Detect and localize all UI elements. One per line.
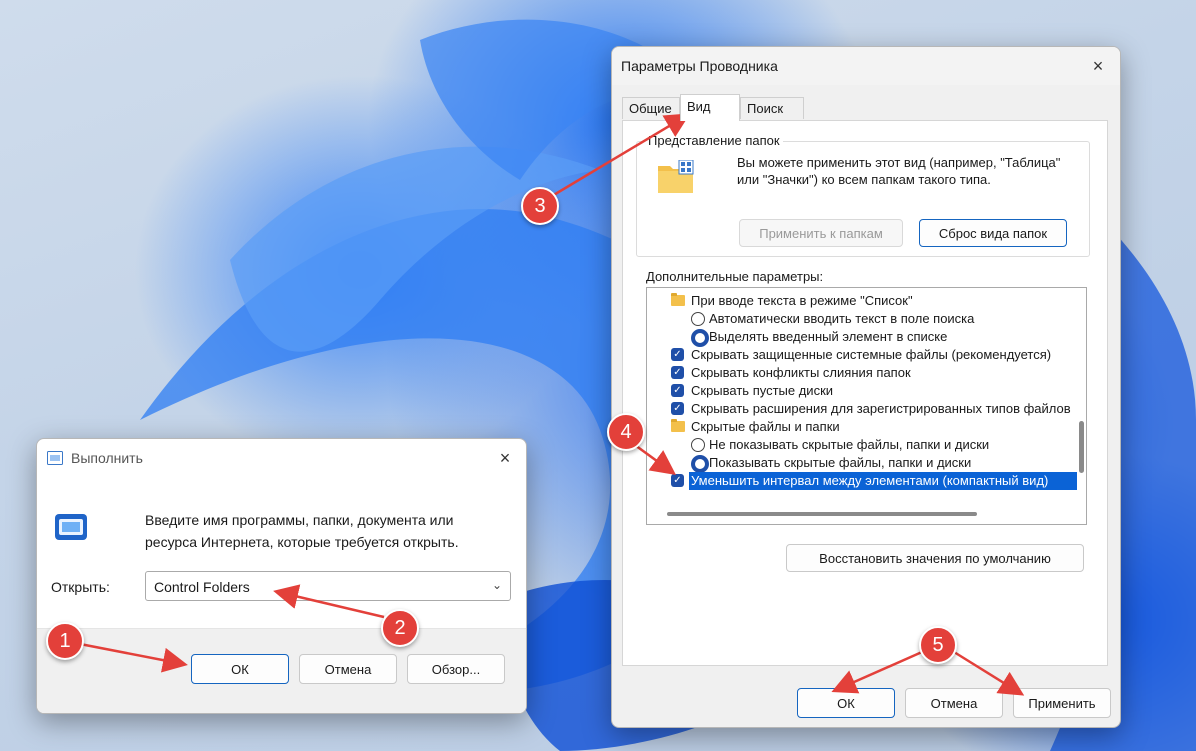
checkbox-checked-icon[interactable]: ✓ bbox=[671, 348, 684, 361]
open-combobox[interactable]: Control Folders ⌄ bbox=[145, 571, 511, 601]
restore-defaults-button[interactable]: Восстановить значения по умолчанию bbox=[786, 544, 1084, 572]
run-large-icon bbox=[55, 514, 87, 540]
advanced-settings-label: Дополнительные параметры: bbox=[646, 269, 824, 284]
folder-view-icon bbox=[658, 160, 694, 193]
vertical-scrollbar[interactable] bbox=[1079, 421, 1084, 473]
folder-options-titlebar: Параметры Проводника × bbox=[612, 47, 1120, 85]
close-icon[interactable]: × bbox=[491, 444, 519, 472]
chevron-down-icon[interactable]: ⌄ bbox=[492, 578, 502, 592]
checkbox-checked-icon[interactable]: ✓ bbox=[671, 474, 684, 487]
list-item-selected[interactable]: ✓ Уменьшить интервал между элементами (к… bbox=[647, 472, 1077, 490]
step-marker-1: 1 bbox=[46, 622, 84, 660]
step-marker-4: 4 bbox=[607, 413, 645, 451]
folder-options-title: Параметры Проводника bbox=[621, 58, 778, 74]
apply-to-folders-button[interactable]: Применить к папкам bbox=[739, 219, 903, 247]
folder-views-description: Вы можете применить этот вид (например, … bbox=[737, 155, 1061, 187]
run-titlebar: Выполнить × bbox=[37, 439, 526, 477]
advanced-settings-tree[interactable]: При вводе текста в режиме "Список" Автом… bbox=[646, 287, 1087, 525]
reset-folders-button[interactable]: Сброс вида папок bbox=[919, 219, 1067, 247]
cancel-button[interactable]: Отмена bbox=[905, 688, 1003, 718]
run-title: Выполнить bbox=[71, 450, 143, 466]
checkbox-checked-icon[interactable]: ✓ bbox=[671, 366, 684, 379]
radio-on-icon[interactable] bbox=[691, 329, 709, 347]
horizontal-scrollbar[interactable] bbox=[667, 512, 977, 516]
open-input-value[interactable]: Control Folders bbox=[154, 579, 250, 595]
close-icon[interactable]: × bbox=[1084, 52, 1112, 80]
checkbox-checked-icon[interactable]: ✓ bbox=[671, 384, 684, 397]
step-marker-2: 2 bbox=[381, 609, 419, 647]
step-marker-5: 5 bbox=[919, 626, 957, 664]
checkbox-checked-icon[interactable]: ✓ bbox=[671, 402, 684, 415]
folder-views-group: Представление папок Вы можете применить … bbox=[636, 133, 1090, 257]
cancel-button[interactable]: Отмена bbox=[299, 654, 397, 684]
radio-off-icon[interactable] bbox=[691, 312, 705, 326]
run-dialog: Выполнить × Введите имя программы, папки… bbox=[36, 438, 527, 714]
folder-views-label: Представление папок bbox=[645, 133, 783, 148]
folder-options-dialog: Параметры Проводника × Общие Вид Поиск П… bbox=[611, 46, 1121, 728]
run-app-icon bbox=[47, 451, 63, 465]
apply-button[interactable]: Применить bbox=[1013, 688, 1111, 718]
step-marker-3: 3 bbox=[521, 187, 559, 225]
tab-search[interactable]: Поиск bbox=[740, 97, 804, 119]
tab-view[interactable]: Вид bbox=[680, 94, 740, 121]
open-label: Открыть: bbox=[51, 579, 110, 595]
browse-button[interactable]: Обзор... bbox=[407, 654, 505, 684]
run-description: Введите имя программы, папки, документа … bbox=[145, 512, 459, 550]
ok-button[interactable]: ОК bbox=[191, 654, 289, 684]
folder-icon bbox=[671, 419, 685, 432]
ok-button[interactable]: ОК bbox=[797, 688, 895, 718]
radio-off-icon[interactable] bbox=[691, 438, 705, 452]
folder-icon bbox=[671, 293, 685, 306]
tab-general[interactable]: Общие bbox=[622, 97, 680, 119]
radio-on-icon[interactable] bbox=[691, 455, 709, 473]
run-footer: ОК Отмена Обзор... bbox=[37, 628, 526, 713]
